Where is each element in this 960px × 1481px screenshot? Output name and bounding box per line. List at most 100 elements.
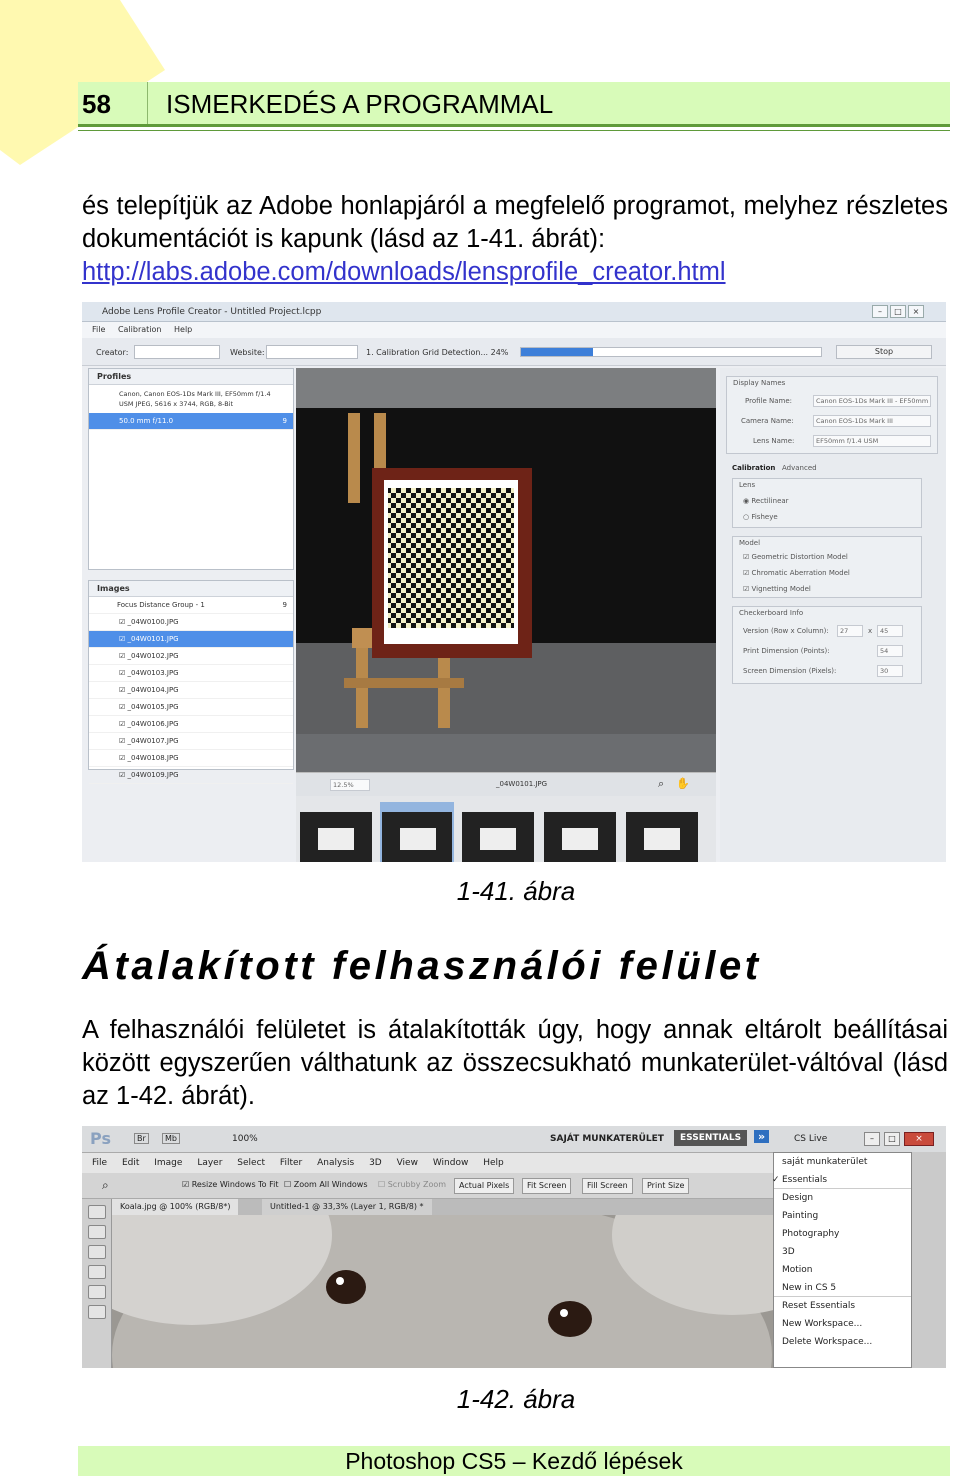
menu-image[interactable]: Image bbox=[154, 1158, 182, 1168]
menu-layer[interactable]: Layer bbox=[197, 1158, 222, 1168]
fit-screen-button[interactable]: Fit Screen bbox=[522, 1178, 572, 1194]
display-names-label: Display Names bbox=[733, 379, 786, 387]
lens-name-field[interactable]: EF50mm f/1.4 USM bbox=[813, 435, 931, 447]
menu-view[interactable]: View bbox=[397, 1158, 418, 1168]
workspace-name[interactable]: SAJÁT MUNKATERÜLET bbox=[550, 1134, 664, 1144]
download-link[interactable]: http://labs.adobe.com/downloads/lensprof… bbox=[82, 258, 726, 286]
minimize-icon[interactable]: – bbox=[872, 305, 888, 318]
marquee-tool-icon[interactable] bbox=[87, 1225, 106, 1239]
rows-field[interactable]: 27 bbox=[837, 625, 863, 637]
cs-live[interactable]: CS Live bbox=[794, 1134, 827, 1144]
image-list-item[interactable]: ☑ _04W0109.JPG bbox=[89, 767, 293, 784]
zoom-field[interactable]: 12.5% bbox=[330, 779, 370, 791]
menu-select[interactable]: Select bbox=[237, 1158, 265, 1168]
print-dimension-field[interactable]: 54 bbox=[877, 645, 903, 657]
chromatic-checkbox[interactable]: ☑ Chromatic Aberration Model bbox=[743, 569, 850, 577]
zoom-level[interactable]: 100% bbox=[232, 1134, 258, 1144]
vignetting-checkbox[interactable]: ☑ Vignetting Model bbox=[743, 585, 811, 593]
creator-field[interactable] bbox=[134, 345, 220, 359]
menu-file[interactable]: File bbox=[92, 1158, 107, 1168]
image-list-item[interactable]: ☑ _04W0107.JPG bbox=[89, 733, 293, 750]
checkbox-icon[interactable]: ☑ bbox=[119, 737, 128, 745]
crop-tool-icon[interactable] bbox=[87, 1285, 106, 1299]
resize-windows-checkbox[interactable]: ☑ Resize Windows To Fit bbox=[182, 1180, 279, 1189]
print-size-button[interactable]: Print Size bbox=[642, 1178, 690, 1194]
checkbox-icon[interactable]: ☑ bbox=[119, 652, 128, 660]
actual-pixels-button[interactable]: Actual Pixels bbox=[454, 1178, 515, 1194]
profile-item[interactable]: Canon, Canon EOS-1Ds Mark III, EF50mm f/… bbox=[89, 385, 293, 413]
close-icon[interactable]: × bbox=[908, 305, 924, 318]
workspace-item-delete[interactable]: Delete Workspace... bbox=[774, 1333, 911, 1351]
bridge-button[interactable]: Br bbox=[134, 1133, 149, 1144]
menu-analysis[interactable]: Analysis bbox=[317, 1158, 354, 1168]
menu-help[interactable]: Help bbox=[174, 325, 192, 334]
lasso-tool-icon[interactable] bbox=[87, 1245, 106, 1259]
checkbox-icon[interactable]: ☑ bbox=[119, 669, 128, 677]
checkbox-icon[interactable]: ☑ bbox=[119, 754, 128, 762]
workspace-item-essentials[interactable]: ✓ Essentials bbox=[772, 1171, 911, 1189]
checkbox-icon[interactable]: ☑ bbox=[119, 771, 128, 779]
close-icon[interactable]: × bbox=[904, 1132, 934, 1146]
checkbox-icon[interactable]: ☑ bbox=[119, 618, 128, 626]
hand-icon[interactable]: ✋ bbox=[676, 777, 690, 790]
screen-dimension-field[interactable]: 30 bbox=[877, 665, 903, 677]
fill-screen-button[interactable]: Fill Screen bbox=[582, 1178, 633, 1194]
tab-calibration[interactable]: Calibration bbox=[732, 464, 775, 472]
camera-name-field[interactable]: Canon EOS-1Ds Mark III bbox=[813, 415, 931, 427]
quick-select-tool-icon[interactable] bbox=[87, 1265, 106, 1279]
cols-field[interactable]: 45 bbox=[877, 625, 903, 637]
workspace-item-custom[interactable]: saját munkaterület bbox=[774, 1153, 911, 1171]
workspace-item-motion[interactable]: Motion bbox=[774, 1261, 911, 1279]
zoom-icon[interactable]: ⌕ bbox=[658, 777, 664, 791]
lens-name-label: Lens Name: bbox=[753, 437, 795, 445]
tab-advanced[interactable]: Advanced bbox=[782, 464, 817, 472]
image-list-item[interactable]: ☑ _04W0100.JPG bbox=[89, 614, 293, 631]
checkbox-icon[interactable]: ☑ bbox=[119, 686, 128, 694]
scrubby-zoom-checkbox[interactable]: ☐ Scrubby Zoom bbox=[378, 1180, 446, 1189]
image-list-item[interactable]: ☑ _04W0102.JPG bbox=[89, 648, 293, 665]
menu-3d[interactable]: 3D bbox=[369, 1158, 382, 1168]
profile-name-field[interactable]: Canon EOS-1Ds Mark III - EF50mm bbox=[813, 395, 931, 407]
tab-koala[interactable]: Koala.jpg @ 100% (RGB/8*) bbox=[112, 1199, 239, 1215]
image-list-item[interactable]: ☑ _04W0105.JPG bbox=[89, 699, 293, 716]
checkbox-icon[interactable]: ☑ bbox=[119, 703, 128, 711]
image-list-item[interactable]: ☑ _04W0106.JPG bbox=[89, 716, 293, 733]
maximize-icon[interactable]: □ bbox=[884, 1132, 900, 1146]
workspace-switcher-icon[interactable]: » bbox=[754, 1130, 770, 1143]
website-field[interactable] bbox=[266, 345, 358, 359]
workspace-item-new[interactable]: New Workspace... bbox=[774, 1315, 911, 1333]
image-list-item[interactable]: ☑ _04W0104.JPG bbox=[89, 682, 293, 699]
image-list-item[interactable]: ☑ _04W0103.JPG bbox=[89, 665, 293, 682]
rectilinear-radio[interactable]: ◉ Rectilinear bbox=[743, 497, 789, 505]
checkbox-icon[interactable]: ☑ bbox=[119, 635, 128, 643]
zoom-tool-icon[interactable]: ⌕ bbox=[102, 1178, 109, 1193]
move-tool-icon[interactable] bbox=[87, 1205, 106, 1219]
workspace-item-3d[interactable]: 3D bbox=[774, 1243, 911, 1261]
maximize-icon[interactable]: □ bbox=[890, 305, 906, 318]
image-list-item[interactable]: ☑ _04W0101.JPG bbox=[89, 631, 293, 648]
eyedropper-tool-icon[interactable] bbox=[87, 1305, 106, 1319]
essentials-button[interactable]: ESSENTIALS bbox=[674, 1130, 748, 1146]
menu-edit[interactable]: Edit bbox=[122, 1158, 139, 1168]
zoom-all-checkbox[interactable]: ☐ Zoom All Windows bbox=[284, 1180, 368, 1189]
workspace-item-reset[interactable]: Reset Essentials bbox=[774, 1297, 911, 1315]
mini-bridge-button[interactable]: Mb bbox=[162, 1133, 180, 1144]
menu-help[interactable]: Help bbox=[483, 1158, 504, 1168]
profile-selected-row[interactable]: 50.0 mm f/11.0 9 bbox=[89, 413, 293, 430]
image-group-row[interactable]: Focus Distance Group - 1 9 bbox=[89, 597, 293, 614]
workspace-item-photography[interactable]: Photography bbox=[774, 1225, 911, 1243]
workspace-item-design[interactable]: Design bbox=[774, 1189, 911, 1207]
tab-untitled[interactable]: Untitled-1 @ 33,3% (Layer 1, RGB/8) * bbox=[262, 1199, 432, 1215]
workspace-item-painting[interactable]: Painting bbox=[774, 1207, 911, 1225]
image-list-item[interactable]: ☑ _04W0108.JPG bbox=[89, 750, 293, 767]
menu-file[interactable]: File bbox=[92, 325, 105, 334]
minimize-icon[interactable]: – bbox=[864, 1132, 880, 1146]
stop-button[interactable]: Stop bbox=[836, 345, 932, 359]
checkbox-icon[interactable]: ☑ bbox=[119, 720, 128, 728]
menu-window[interactable]: Window bbox=[433, 1158, 469, 1168]
menu-filter[interactable]: Filter bbox=[280, 1158, 302, 1168]
fisheye-radio[interactable]: ○ Fisheye bbox=[743, 513, 778, 521]
geometric-checkbox[interactable]: ☑ Geometric Distortion Model bbox=[743, 553, 848, 561]
workspace-item-new-in-cs5[interactable]: New in CS 5 bbox=[774, 1279, 911, 1297]
menu-calibration[interactable]: Calibration bbox=[118, 325, 162, 334]
